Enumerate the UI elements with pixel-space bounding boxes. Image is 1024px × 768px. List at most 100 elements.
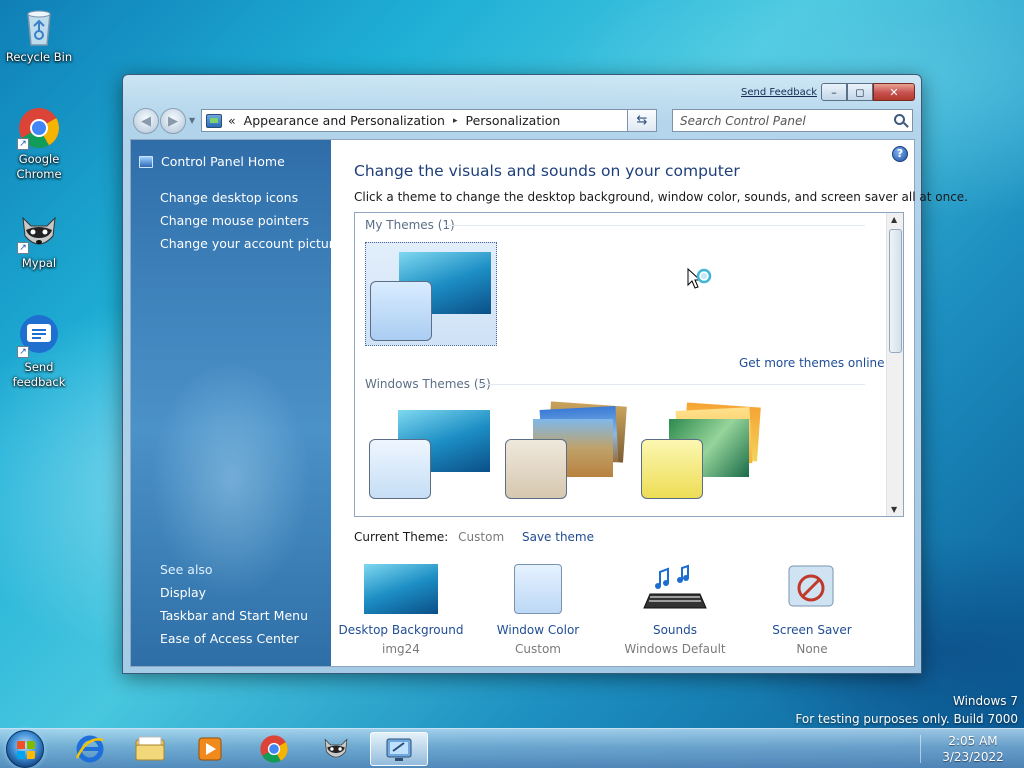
title-bar[interactable]: Send Feedback – ◻ ✕ [123,75,921,103]
clock[interactable]: 2:05 AM 3/23/2022 [930,733,1016,765]
windows-logo-icon [17,741,35,759]
personalization-icon [386,738,412,761]
screen-saver-label: Screen Saver [772,623,852,637]
taskbar: 2:05 AM 3/23/2022 [0,728,1024,768]
start-button[interactable] [6,730,44,768]
main-panel: ? Change the visuals and sounds on your … [331,140,968,666]
recycle-bin-icon [17,4,61,48]
media-player-icon [198,737,222,761]
window-color-option[interactable]: Window Color Custom [468,564,608,656]
desktop-icon-label: Google Chrome [16,152,62,181]
group-divider [445,225,865,226]
scroll-thumb[interactable] [889,229,902,353]
refresh-icon: ⇆ [636,113,648,128]
theme-window-color-preview [505,439,567,499]
sounds-option[interactable]: Sounds Windows Default [605,564,745,656]
watermark-build: For testing purposes only. Build 7000 [795,712,1018,726]
themes-scrollbar[interactable]: ▲ ▼ [886,213,903,516]
desktop-background-label: Desktop Background [338,623,464,637]
taskbar-internet-explorer[interactable] [64,732,116,766]
theme-window-color-preview [641,439,703,499]
shortcut-arrow-icon: ↗ [17,138,29,150]
search-box[interactable] [672,109,913,132]
folder-icon [135,736,165,761]
taskbar-google-chrome[interactable] [248,732,300,766]
sounds-label: Sounds [652,623,698,637]
taskbar-media-player[interactable] [184,732,236,766]
close-button[interactable]: ✕ [873,83,915,101]
screen-saver-option[interactable]: Screen Saver None [742,564,882,656]
shortcut-arrow-icon: ↗ [17,346,29,358]
sidebar-home-label: Control Panel Home [161,154,285,169]
control-panel-icon [206,113,222,128]
sounds-icon [638,564,712,614]
window-color-value: Custom [515,642,561,656]
navigation-bar: ◀ ▶ ▼ « Appearance and Personalization ▸… [131,105,915,135]
taskbar-personalization[interactable] [370,732,428,766]
windows-watermark: Windows 7 For testing purposes only. Bui… [795,692,1018,728]
chrome-icon [260,735,288,763]
busy-cursor-icon [687,267,715,294]
taskbar-mypal[interactable] [310,732,362,766]
sidebar-link-ease-of-access[interactable]: Ease of Access Center [160,631,299,646]
sidebar-link-mouse-pointers[interactable]: Change mouse pointers [160,213,309,228]
breadcrumb-appearance[interactable]: Appearance and Personalization [244,113,445,128]
search-input[interactable] [680,110,890,131]
group-divider [479,384,865,385]
sidebar-home-link[interactable]: Control Panel Home [139,154,285,169]
desktop-icon-google-chrome[interactable]: ↗ Google Chrome [1,106,77,182]
desktop-background-value: img24 [382,642,420,656]
maximize-button[interactable]: ◻ [847,83,873,101]
desktop-icon-label: Send feedback [12,360,66,389]
scroll-down-arrow-icon[interactable]: ▼ [891,505,897,514]
desktop-icon-recycle-bin[interactable]: Recycle Bin [1,4,77,65]
desktop-background-option[interactable]: Desktop Background img24 [331,564,471,656]
internet-explorer-icon [75,735,104,763]
theme-window-color-preview [369,439,431,499]
taskbar-windows-explorer[interactable] [124,732,176,766]
forward-button[interactable]: ▶ [160,108,186,134]
sidebar-link-account-picture[interactable]: Change your account picture [160,236,341,251]
breadcrumb-overflow[interactable]: « [228,113,236,128]
send-feedback-link[interactable]: Send Feedback [741,87,817,98]
content-area: Control Panel Home Change desktop icons … [130,139,968,667]
current-theme-label: Current Theme: [354,530,449,544]
sidebar-link-taskbar[interactable]: Taskbar and Start Menu [160,608,308,623]
shortcut-arrow-icon: ↗ [17,242,29,254]
help-icon[interactable]: ? [892,146,908,162]
theme-tile-landscapes[interactable] [501,401,633,505]
window-controls: – ◻ ✕ [821,83,915,101]
theme-tile-architecture[interactable] [637,401,769,505]
mypal-icon [324,738,348,758]
watermark-title: Windows 7 [952,694,1018,708]
sidebar: Control Panel Home Change desktop icons … [131,140,341,666]
window-color-label: Window Color [496,623,580,637]
sidebar-link-display[interactable]: Display [160,585,206,600]
refresh-button[interactable]: ⇆ [627,109,657,132]
page-description: Click a theme to change the desktop back… [354,190,968,204]
recent-pages-dropdown-icon[interactable]: ▼ [189,116,195,125]
save-theme-link[interactable]: Save theme [522,530,594,544]
chrome-icon: ↗ [17,106,61,150]
theme-window-color-preview [370,281,432,341]
address-bar[interactable]: « Appearance and Personalization ▸ Perso… [201,109,657,132]
back-button[interactable]: ◀ [133,108,159,134]
desktop-icon-send-feedback[interactable]: ↗ Send feedback [1,314,77,390]
theme-tile-my-theme[interactable] [365,242,497,346]
feedback-icon: ↗ [17,314,61,358]
search-icon[interactable] [894,114,905,125]
desktop-icon-label: Mypal [21,256,57,270]
desktop-icon-mypal[interactable]: ↗ Mypal [1,210,77,271]
sidebar-link-desktop-icons[interactable]: Change desktop icons [160,190,298,205]
scroll-up-arrow-icon[interactable]: ▲ [891,215,897,224]
minimize-button[interactable]: – [821,83,847,101]
tray-separator [920,735,921,763]
clock-date: 3/23/2022 [942,750,1004,764]
current-theme-row: Current Theme: Custom Save theme [354,530,594,544]
personalization-window: Send Feedback – ◻ ✕ ◀ ▶ ▼ « Appearance a… [122,74,968,674]
breadcrumb-personalization[interactable]: Personalization [465,113,560,128]
clock-time: 2:05 AM [948,734,998,748]
breadcrumb-separator-icon[interactable]: ▸ [453,116,458,126]
theme-tile-windows-7[interactable] [365,401,497,505]
get-more-themes-link[interactable]: Get more themes online [739,356,885,370]
